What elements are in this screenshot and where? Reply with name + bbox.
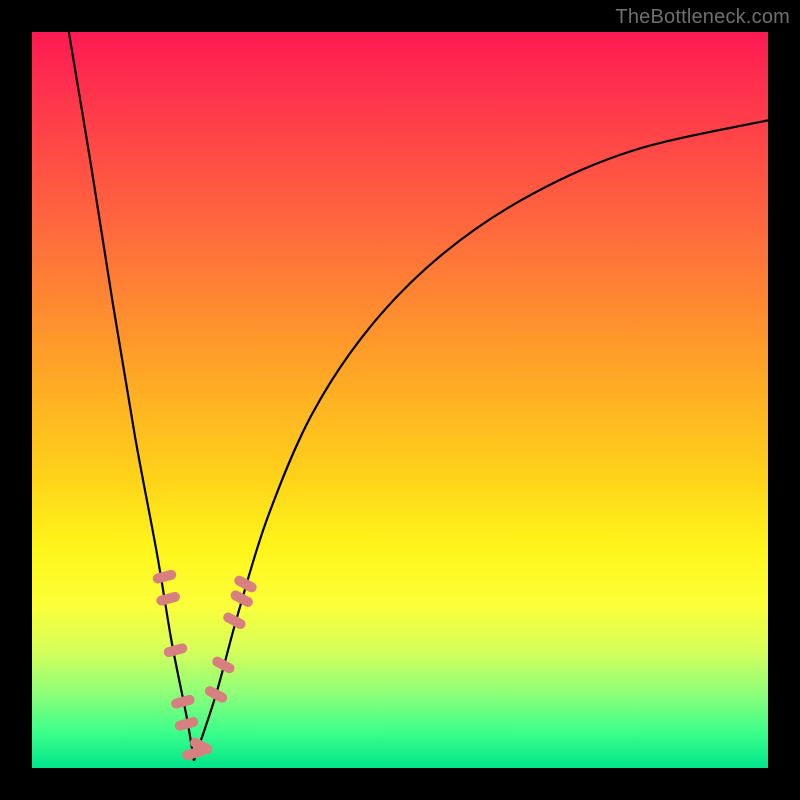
- highlight-marker: [203, 684, 229, 704]
- highlight-marker: [163, 642, 189, 658]
- curve-right-branch: [194, 120, 768, 760]
- highlight-markers: [152, 569, 259, 762]
- highlight-marker: [152, 569, 178, 585]
- chart-svg: [32, 32, 768, 768]
- outer-frame: TheBottleneck.com: [0, 0, 800, 800]
- watermark-text: TheBottleneck.com: [615, 6, 790, 29]
- highlight-marker: [155, 591, 181, 607]
- plot-area: [32, 32, 768, 768]
